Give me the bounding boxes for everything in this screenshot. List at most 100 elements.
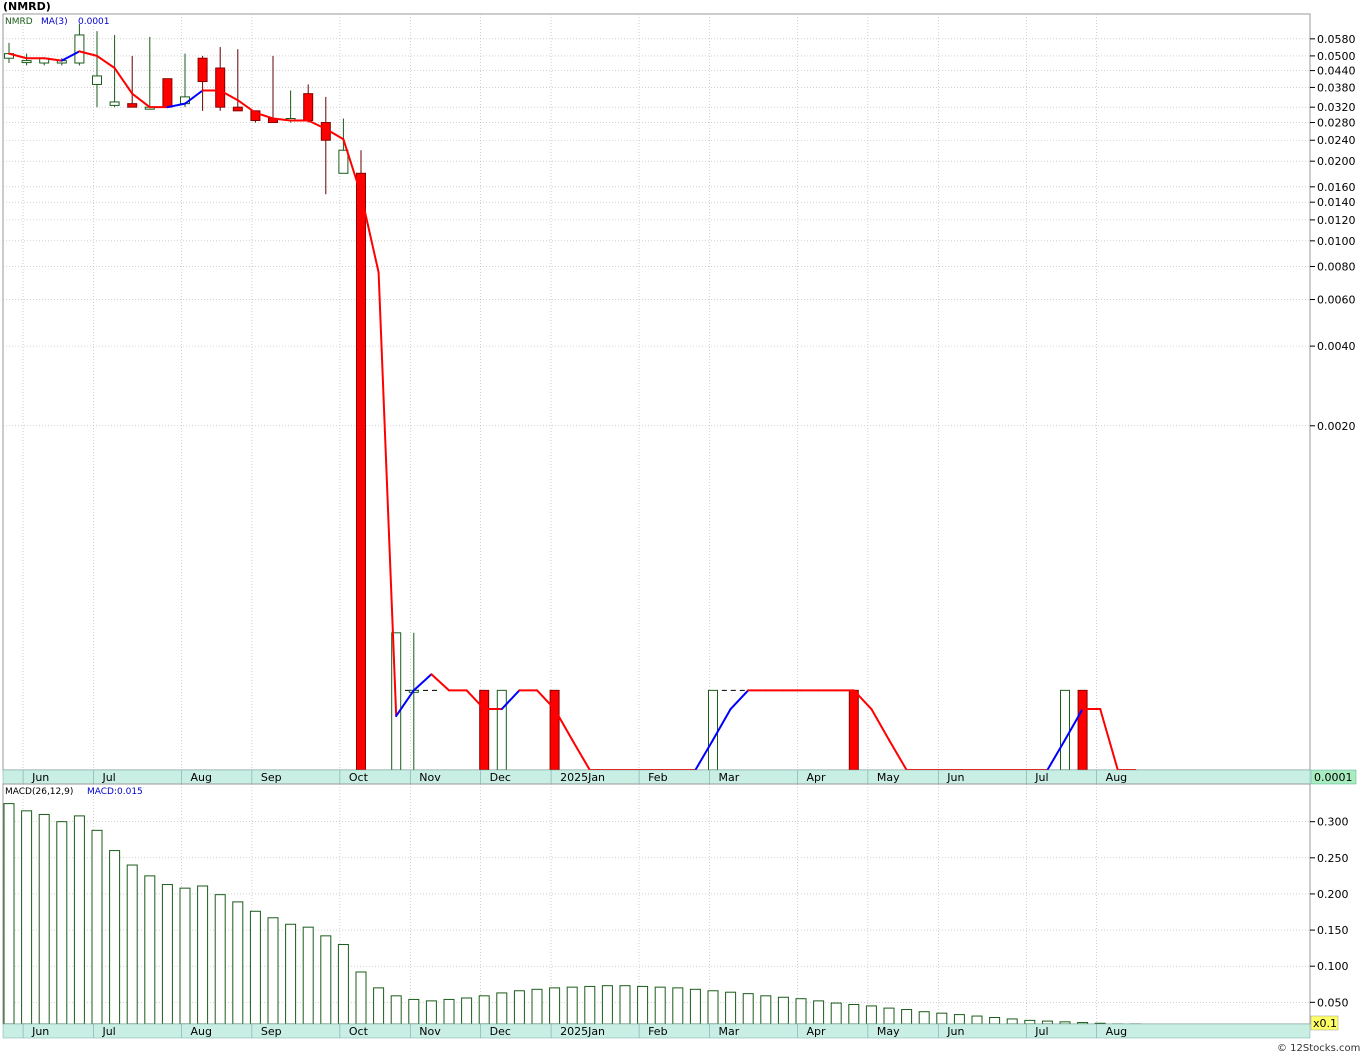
candle-28 xyxy=(1060,689,1070,771)
macd-bar-10 xyxy=(179,887,191,1025)
candle-body-9 xyxy=(162,78,173,108)
macd-bar-35 xyxy=(619,985,631,1025)
macd-bar-38 xyxy=(672,987,684,1025)
macd-bar-21 xyxy=(373,987,385,1025)
macd-bar-49 xyxy=(865,1005,877,1025)
month-label-top-7: 2025Jan xyxy=(560,771,605,784)
month-label-bottom-11: May xyxy=(877,1025,900,1038)
month-label-top-13: Jul xyxy=(1034,771,1048,784)
macd-bar-15 xyxy=(267,917,279,1025)
candle-body-6 xyxy=(109,101,120,106)
macd-bar-45 xyxy=(795,998,807,1025)
candle-24 xyxy=(496,689,507,771)
macd-bar-33 xyxy=(584,985,596,1025)
macd-bar-39 xyxy=(689,988,701,1025)
candle-body-20 xyxy=(356,172,366,771)
candle-body-12 xyxy=(215,67,226,108)
macd-bar-8 xyxy=(144,875,156,1025)
macd-bar-19 xyxy=(337,944,349,1025)
month-label-top-4: Oct xyxy=(349,771,369,784)
macd-tick-label-4: 0.100 xyxy=(1317,960,1349,973)
macd-tick-label-3: 0.150 xyxy=(1317,924,1349,937)
macd-bar-12 xyxy=(214,894,226,1025)
macd-bar-6 xyxy=(109,850,121,1025)
macd-tick-label-0: 0.300 xyxy=(1317,816,1349,829)
macd-bar-23 xyxy=(408,998,420,1025)
macd-bar-9 xyxy=(161,884,173,1025)
chart-canvas: (NMRD) 0.0580 0.0500 0.0440 0.0380 0.0320 0.0… xyxy=(0,0,1360,1056)
macd-bar-0 xyxy=(3,803,15,1025)
price-tick-label-7: 0.0200 xyxy=(1317,155,1356,168)
macd-bar-41 xyxy=(725,991,737,1025)
macd-bar-4 xyxy=(73,815,85,1025)
macd-bar-32 xyxy=(566,986,578,1025)
candle-23 xyxy=(479,689,490,771)
price-tick-label-9: 0.0140 xyxy=(1317,196,1356,209)
candle-25 xyxy=(549,689,560,771)
price-tick-label-13: 0.0060 xyxy=(1317,294,1356,307)
month-label-top-2: Aug xyxy=(190,771,211,784)
macd-bar-47 xyxy=(830,1002,842,1025)
macd-bar-1 xyxy=(21,810,33,1025)
month-label-bottom-12: Jun xyxy=(946,1025,964,1038)
candle-27 xyxy=(848,689,859,771)
month-label-top-0: Jun xyxy=(31,771,49,784)
last-price-label: 0.0001 xyxy=(1314,771,1353,784)
macd-bar-30 xyxy=(531,988,543,1025)
macd-bar-57 xyxy=(1006,1018,1018,1025)
month-label-top-1: Jul xyxy=(101,771,115,784)
price-tick-label-11: 0.0100 xyxy=(1317,235,1356,248)
macd-legend-name: MACD(26,12,9) xyxy=(5,787,73,797)
month-label-bottom-7: 2025Jan xyxy=(560,1025,605,1038)
macd-bar-52 xyxy=(918,1011,930,1025)
chart-title: (NMRD) xyxy=(3,0,51,13)
macd-bar-13 xyxy=(232,901,244,1025)
macd-tick-label-2: 0.200 xyxy=(1317,888,1349,901)
macd-bar-43 xyxy=(760,995,772,1025)
macd-tick-label-1: 0.250 xyxy=(1317,852,1349,865)
candle-body-7 xyxy=(127,103,138,108)
candle-body-23 xyxy=(479,689,490,771)
legend-ma-label: MA(3) xyxy=(41,17,68,27)
price-tick-label-8: 0.0160 xyxy=(1317,181,1356,194)
month-label-top-14: Aug xyxy=(1106,771,1127,784)
month-label-top-11: May xyxy=(877,771,900,784)
price-tick-label-5: 0.0280 xyxy=(1317,117,1356,130)
price-tick-label-12: 0.0080 xyxy=(1317,260,1356,273)
month-label-bottom-4: Oct xyxy=(349,1025,369,1038)
macd-bar-59 xyxy=(1041,1020,1053,1025)
macd-bar-5 xyxy=(91,829,103,1025)
macd-bar-50 xyxy=(883,1007,895,1025)
macd-bar-25 xyxy=(443,998,455,1025)
candle-body-27 xyxy=(848,689,859,771)
candle-body-17 xyxy=(303,93,314,121)
month-label-top-6: Dec xyxy=(490,771,511,784)
candle-body-24 xyxy=(496,689,507,771)
month-label-bottom-0: Jun xyxy=(31,1025,49,1038)
month-label-bottom-6: Dec xyxy=(490,1025,511,1038)
month-label-bottom-10: Apr xyxy=(806,1025,826,1038)
macd-bar-51 xyxy=(901,1009,913,1025)
candle-20 xyxy=(356,150,366,771)
macd-bar-31 xyxy=(549,987,561,1025)
macd-bar-22 xyxy=(390,995,402,1025)
price-tick-label-1: 0.0500 xyxy=(1317,50,1356,63)
macd-bar-3 xyxy=(56,821,68,1025)
macd-bar-17 xyxy=(302,926,314,1025)
month-label-top-3: Sep xyxy=(261,771,282,784)
month-label-top-9: Mar xyxy=(718,771,739,784)
macd-bar-14 xyxy=(249,910,261,1025)
candle-body-11 xyxy=(197,57,208,83)
candle-body-5 xyxy=(92,75,102,85)
month-label-bottom-14: Aug xyxy=(1106,1025,1127,1038)
macd-bar-54 xyxy=(953,1014,965,1025)
month-label-bottom-2: Aug xyxy=(190,1025,211,1038)
candle-body-19 xyxy=(338,149,349,174)
candle-26 xyxy=(708,689,718,771)
price-tick-label-2: 0.0440 xyxy=(1317,65,1356,78)
candle-29 xyxy=(1077,689,1088,771)
macd-bar-16 xyxy=(285,923,297,1025)
price-tick-label-3: 0.0380 xyxy=(1317,81,1356,94)
macd-bar-44 xyxy=(777,996,789,1025)
credit-text: © 12Stocks.com xyxy=(1277,1043,1360,1054)
